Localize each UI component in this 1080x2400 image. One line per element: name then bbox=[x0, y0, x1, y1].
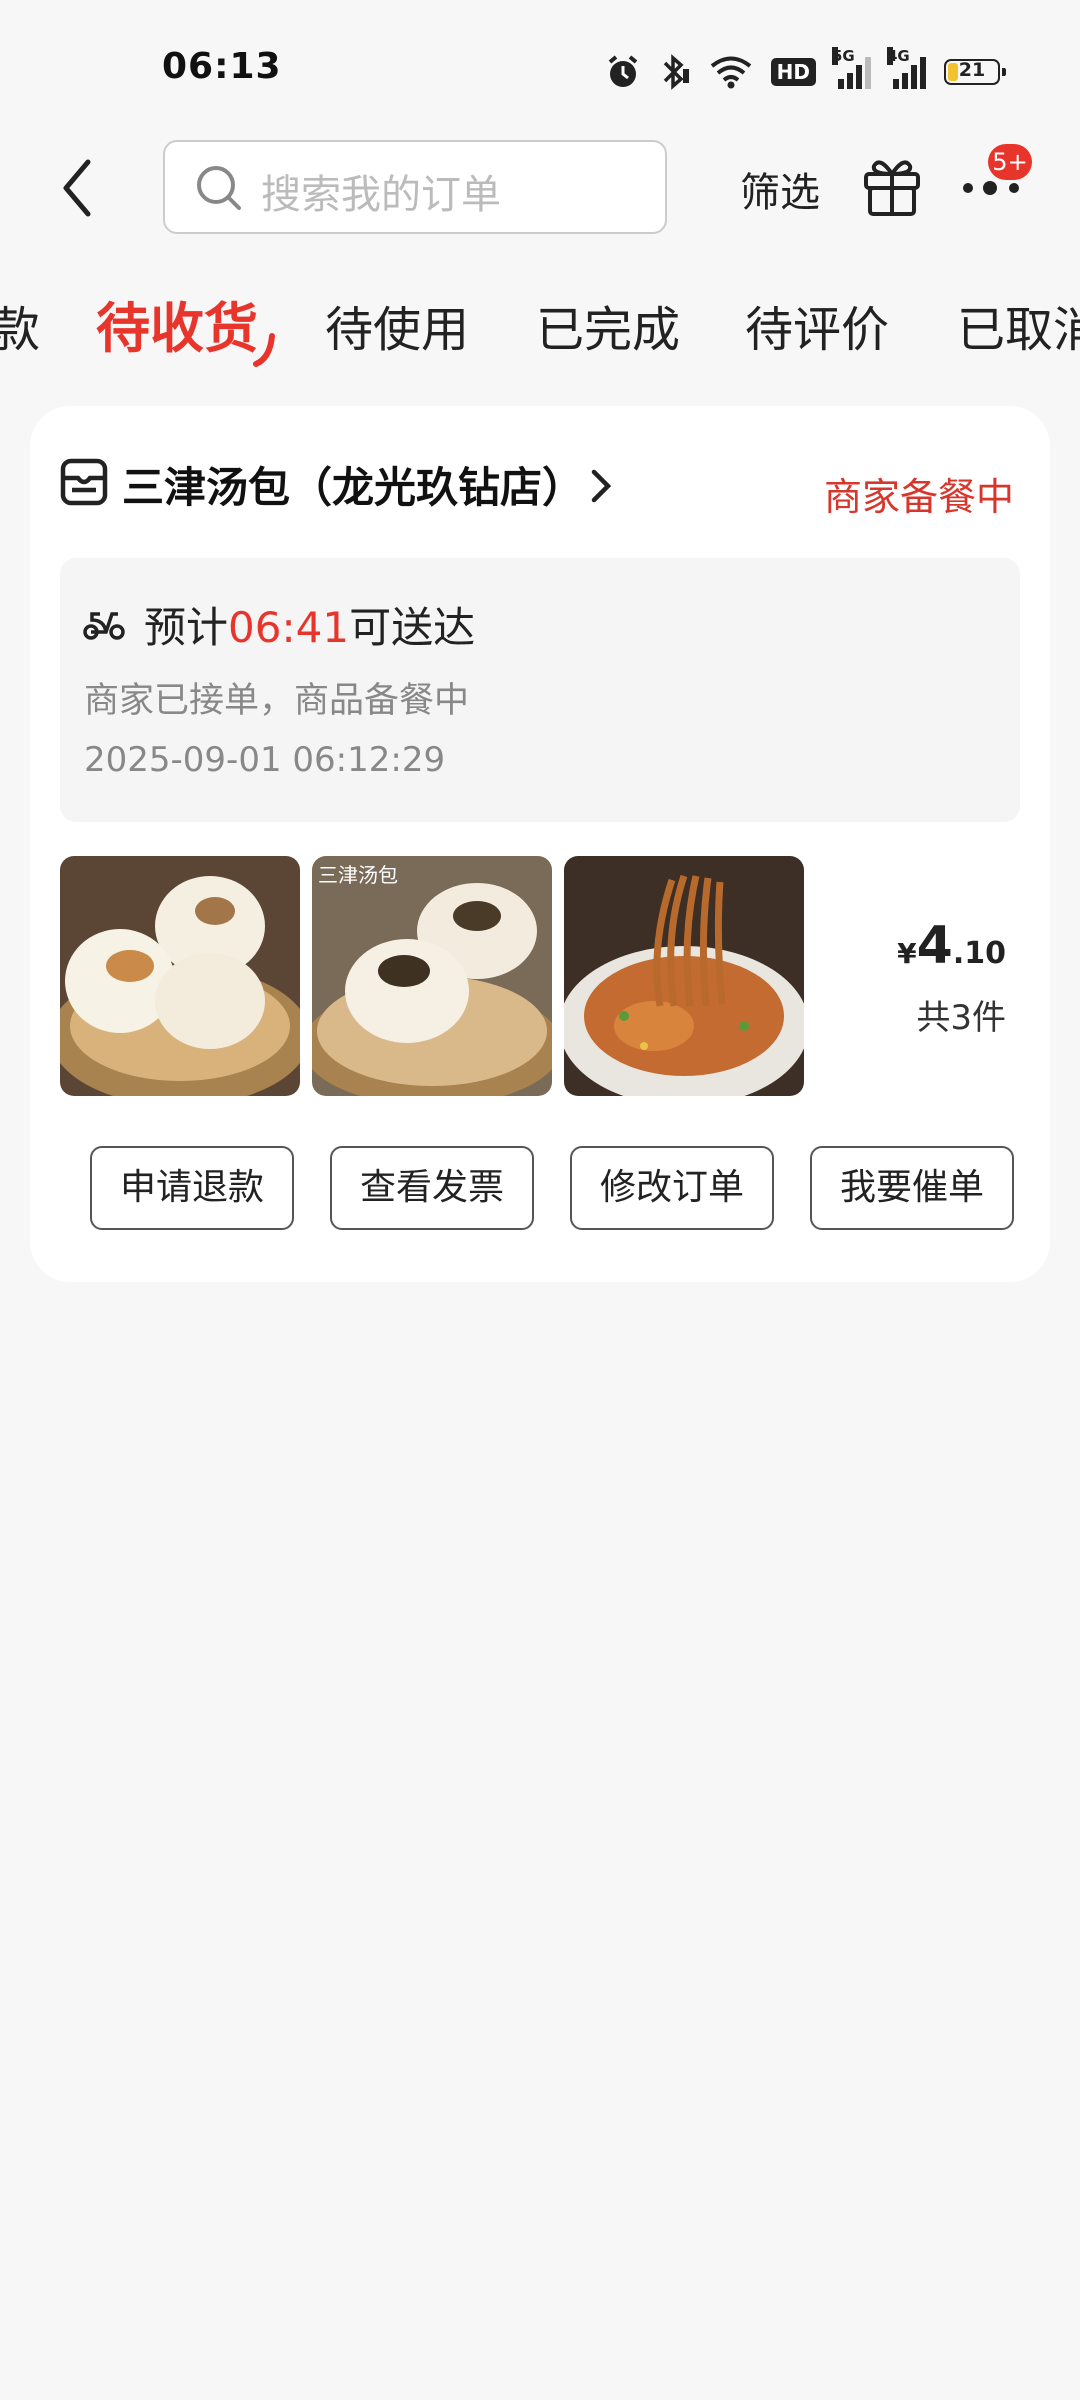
tab-pending-receipt[interactable]: 待收货 bbox=[96, 284, 258, 363]
tab-completed[interactable]: 已完成 bbox=[536, 290, 680, 360]
product-image-buns-2[interactable]: 三津汤包 bbox=[312, 856, 552, 1096]
status-icons: HD 5G 4G 21 bbox=[605, 47, 1006, 94]
gift-button[interactable] bbox=[862, 152, 922, 218]
product-image-buns[interactable] bbox=[60, 856, 300, 1096]
order-tabs: 款 待收货 待使用 已完成 待评价 已取消 bbox=[0, 272, 1080, 372]
5g-signal-icon: 5G bbox=[832, 47, 871, 89]
wifi-icon bbox=[709, 52, 753, 92]
scooter-icon bbox=[83, 612, 125, 640]
store-icon bbox=[60, 458, 108, 506]
order-timestamp: 2025-09-01 06:12:29 bbox=[84, 740, 446, 780]
search-input[interactable]: 搜索我的订单 bbox=[163, 140, 667, 234]
4g-signal-icon: 4G bbox=[887, 47, 926, 89]
status-bar: 06:13 HD 5G 4G 21 bbox=[0, 0, 1080, 140]
refund-button[interactable]: 申请退款 bbox=[90, 1146, 294, 1230]
tab-to-review[interactable]: 待评价 bbox=[745, 290, 889, 360]
active-tab-indicator bbox=[253, 333, 275, 367]
item-count: 共3件 bbox=[916, 998, 1006, 1038]
view-invoice-button[interactable]: 查看发票 bbox=[330, 1146, 534, 1230]
gift-icon bbox=[864, 160, 920, 216]
order-status: 商家备餐中 bbox=[823, 475, 1014, 519]
search-icon bbox=[197, 166, 241, 210]
modify-order-button[interactable]: 修改订单 bbox=[570, 1146, 774, 1230]
product-image-noodles[interactable] bbox=[564, 856, 804, 1096]
chevron-left-icon bbox=[63, 159, 91, 217]
hd-icon: HD bbox=[770, 52, 816, 92]
urge-order-button[interactable]: 我要催单 bbox=[810, 1146, 1014, 1230]
tab-cancelled[interactable]: 已取消 bbox=[957, 290, 1080, 360]
alarm-icon bbox=[605, 52, 641, 92]
chevron-right-icon[interactable] bbox=[590, 468, 612, 504]
order-progress-desc: 商家已接单，商品备餐中 bbox=[84, 681, 470, 721]
battery-icon: 21 bbox=[944, 52, 1006, 92]
order-price: ¥4.10 bbox=[897, 916, 1006, 976]
tab-to-use[interactable]: 待使用 bbox=[325, 290, 469, 360]
store-name[interactable]: 三津汤包（龙光玖钻店） bbox=[122, 454, 584, 515]
back-button[interactable] bbox=[58, 158, 98, 218]
eta-text: 预计06:41可送达 bbox=[144, 603, 476, 652]
bluetooth-icon bbox=[659, 52, 691, 92]
filter-button[interactable]: 筛选 bbox=[740, 160, 820, 218]
notification-badge: 5+ bbox=[988, 144, 1032, 180]
delivery-info: 预计06:41可送达 商家已接单，商品备餐中 2025-09-01 06:12:… bbox=[60, 558, 1020, 822]
tab-refund[interactable]: 款 bbox=[0, 290, 40, 360]
eta-time: 06:41 bbox=[228, 603, 350, 652]
svg-text:三津汤包: 三津汤包 bbox=[318, 863, 398, 887]
search-placeholder: 搜索我的订单 bbox=[261, 172, 501, 218]
status-time: 06:13 bbox=[162, 46, 282, 87]
order-card[interactable]: 三津汤包（龙光玖钻店） 商家备餐中 预计06:41可送达 商家已接单，商品备餐中… bbox=[30, 406, 1050, 1282]
